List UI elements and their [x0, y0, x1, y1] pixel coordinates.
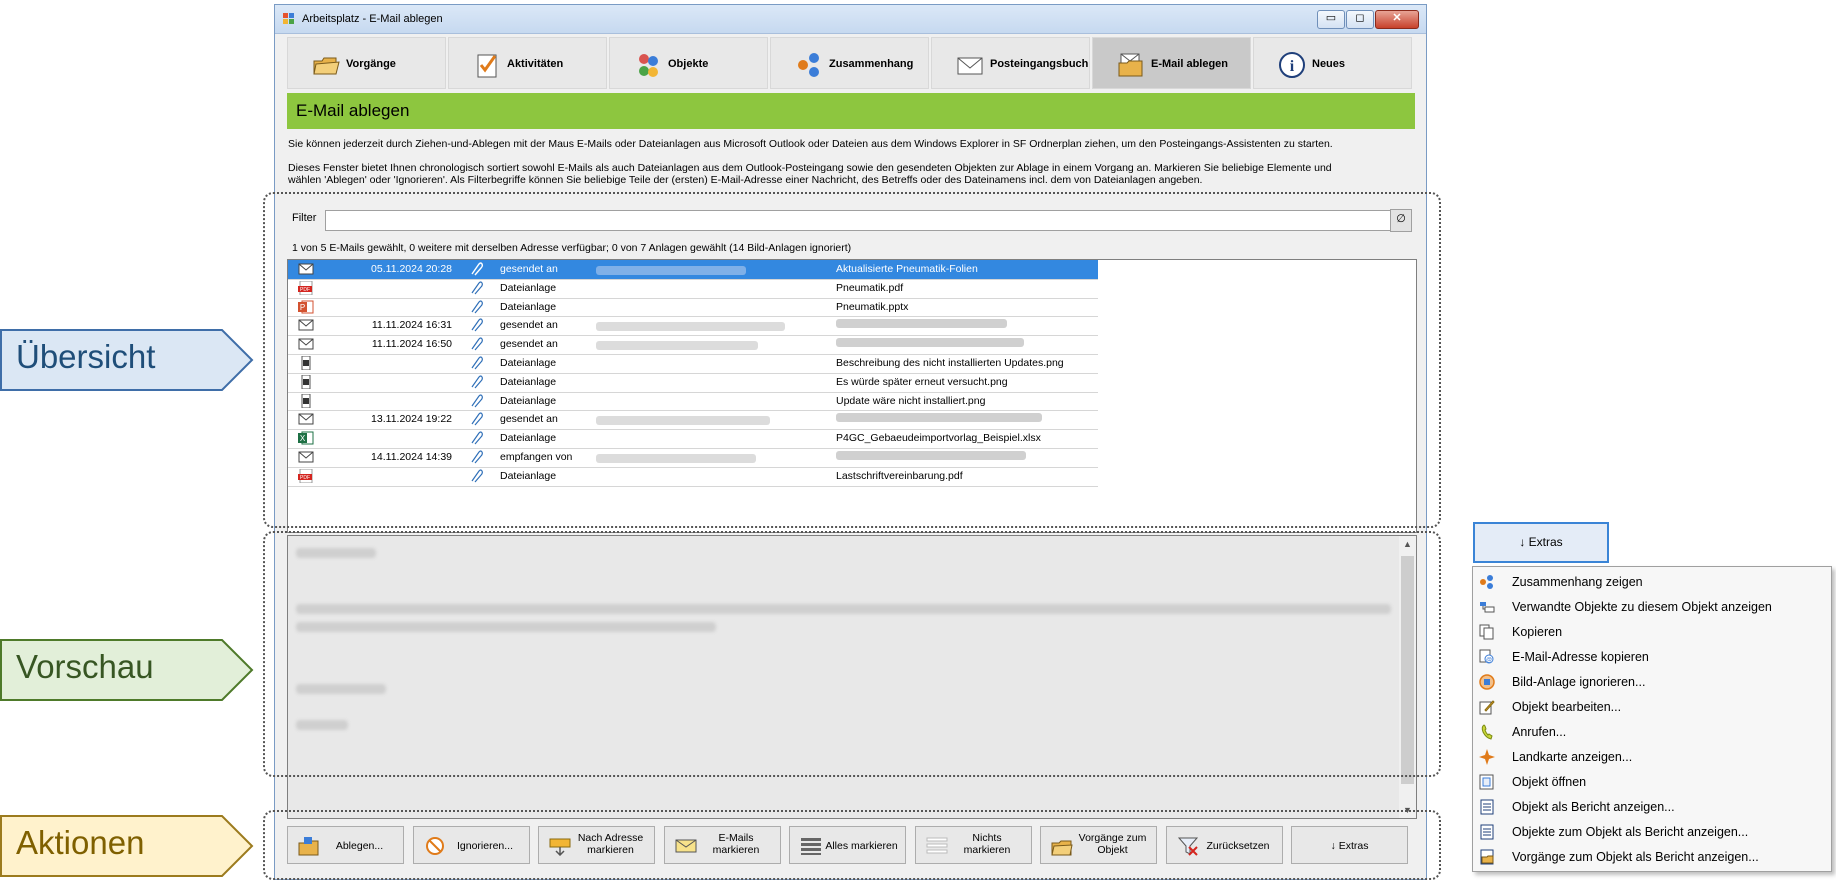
menu-item[interactable]: Verwandte Objekte zu diesem Objekt anzei…: [1473, 594, 1829, 619]
menu-item-label: Objekte zum Objekt als Bericht anzeigen.…: [1512, 825, 1749, 839]
close-button[interactable]: ✕: [1375, 10, 1419, 29]
menu-item-label: Vorgänge zum Objekt als Bericht anzeigen…: [1512, 850, 1759, 864]
svg-text:@: @: [1486, 658, 1492, 664]
callout-overview-label: Übersicht: [16, 338, 156, 375]
menu-item-label: Objekt bearbeiten...: [1512, 700, 1622, 714]
menu-item[interactable]: Landkarte anzeigen...: [1473, 744, 1829, 769]
callout-overview: Übersicht: [0, 328, 255, 391]
menu-item[interactable]: Objekt öffnen: [1473, 769, 1829, 794]
svg-text:i: i: [1290, 58, 1295, 75]
relation-icon: [798, 53, 819, 77]
envelope-icon: [957, 57, 983, 75]
tab-email-ablegen[interactable]: E-Mail ablegen: [1092, 37, 1251, 89]
tab-vorgaenge[interactable]: Vorgänge: [287, 37, 446, 89]
tab-label: Posteingangsbuch: [990, 58, 1089, 70]
tab-label: Aktivitäten: [507, 58, 564, 70]
mail-folder-icon: [1118, 53, 1143, 77]
report-icon: [1479, 799, 1495, 815]
callout-actions-label: Aktionen: [16, 824, 145, 861]
menu-item-label: Anrufen...: [1512, 725, 1567, 739]
phone-icon: [1479, 724, 1495, 740]
open-icon: [1479, 774, 1495, 790]
tab-label: Vorgänge: [346, 58, 396, 70]
report-cases-icon: [1479, 849, 1495, 865]
minimize-button[interactable]: ▭: [1317, 10, 1345, 29]
menu-item-label: Zusammenhang zeigen: [1512, 575, 1643, 589]
map-icon: [1479, 749, 1495, 765]
window-title: Arbeitsplatz - E-Mail ablegen: [302, 13, 443, 25]
tab-label: E-Mail ablegen: [1151, 58, 1229, 70]
menu-item-label: Landkarte anzeigen...: [1512, 750, 1633, 764]
menu-item[interactable]: Objekt als Bericht anzeigen...: [1473, 794, 1829, 819]
page-header: E-Mail ablegen: [287, 93, 1415, 129]
info-icon: i: [1279, 52, 1305, 78]
menu-item[interactable]: Objekt bearbeiten...: [1473, 694, 1829, 719]
tab-neues[interactable]: i Neues: [1253, 37, 1412, 89]
report-objects-icon: [1479, 824, 1495, 840]
menu-item-label: E-Mail-Adresse kopieren: [1512, 650, 1649, 664]
extras-menu: Zusammenhang zeigen Verwandte Objekte zu …: [1472, 566, 1832, 872]
menu-item[interactable]: Objekte zum Objekt als Bericht anzeigen.…: [1473, 819, 1829, 844]
tab-aktivitaeten[interactable]: Aktivitäten: [448, 37, 607, 89]
menu-item[interactable]: Bild-Anlage ignorieren...: [1473, 669, 1829, 694]
checklist-icon: [477, 54, 497, 78]
callout-preview: Vorschau: [0, 638, 255, 701]
extras-button[interactable]: ↓ Extras: [1473, 522, 1609, 563]
copy-icon: [1479, 624, 1495, 640]
menu-item[interactable]: Anrufen...: [1473, 719, 1829, 744]
menu-item-label: Kopieren: [1512, 625, 1563, 639]
title-bar: Arbeitsplatz - E-Mail ablegen ▭ ◻ ✕: [275, 5, 1426, 34]
tab-objekte[interactable]: Objekte: [609, 37, 768, 89]
menu-item[interactable]: Kopieren: [1473, 619, 1829, 644]
menu-item-label: Objekt öffnen: [1512, 775, 1587, 789]
description-3: wählen 'Ablegen' oder 'Ignorieren'. Als …: [288, 174, 1203, 186]
ignore-image-icon: [1479, 674, 1495, 690]
app-icon: [283, 13, 294, 24]
callout-actions: Aktionen: [0, 814, 255, 877]
overview-region-outline: [263, 192, 1441, 528]
tab-label: Zusammenhang: [829, 58, 914, 70]
menu-item[interactable]: @ E-Mail-Adresse kopieren: [1473, 644, 1829, 669]
tab-posteingangsbuch[interactable]: Posteingangsbuch: [931, 37, 1090, 89]
menu-item-label: Verwandte Objekte zu diesem Objekt anzei…: [1512, 600, 1772, 614]
folder-icon: [313, 57, 340, 75]
tab-label: Objekte: [668, 58, 709, 70]
related-icon: [1479, 599, 1495, 615]
menu-item-label: Bild-Anlage ignorieren...: [1512, 675, 1646, 689]
page-title: E-Mail ablegen: [296, 101, 410, 120]
edit-icon: [1479, 699, 1495, 715]
tab-zusammenhang[interactable]: Zusammenhang: [770, 37, 929, 89]
menu-item-label: Objekt als Bericht anzeigen...: [1512, 800, 1675, 814]
menu-item[interactable]: Zusammenhang zeigen: [1473, 569, 1829, 594]
description-1: Sie können jederzeit durch Ziehen-und-Ab…: [288, 138, 1333, 150]
callout-preview-label: Vorschau: [16, 648, 154, 685]
copy-address-icon: @: [1479, 649, 1495, 665]
relation-icon: [1479, 574, 1495, 590]
maximize-button[interactable]: ◻: [1346, 10, 1374, 29]
tab-bar: Vorgänge Aktivitäten Objekte Zusammenhan…: [287, 37, 1415, 91]
objects-icon: [639, 54, 658, 77]
tab-label: Neues: [1312, 58, 1346, 70]
preview-region-outline: [263, 531, 1441, 777]
actions-region-outline: [263, 810, 1441, 880]
menu-item[interactable]: Vorgänge zum Objekt als Bericht anzeigen…: [1473, 844, 1829, 869]
